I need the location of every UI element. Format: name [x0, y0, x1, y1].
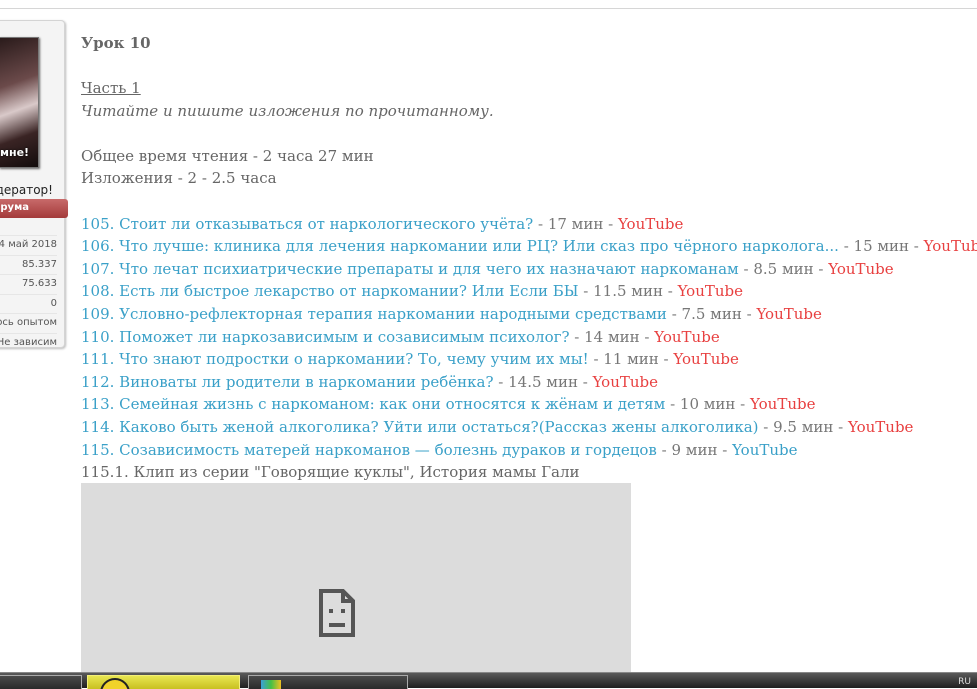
post-content: Урок 10 Часть 1 Читайте и пишите изложен… [81, 32, 977, 484]
youtube-link[interactable]: YouTube [828, 260, 893, 278]
lesson-item-duration: - 10 мин - [665, 395, 751, 414]
lesson-item: 114. Каково быть женой алкоголика? Уйти … [81, 416, 971, 439]
youtube-link[interactable]: YouTube [673, 350, 738, 368]
user-stats: 4 май 2018 85.337 75.633 0 юсь опытом Не… [0, 235, 57, 352]
youtube-link[interactable]: YouTube [618, 215, 683, 233]
lesson-item: 108. Есть ли быстрое лекарство от нарком… [81, 280, 971, 303]
youtube-link[interactable]: YouTube [924, 237, 977, 255]
lesson-item-duration: - 7.5 мин - [666, 304, 757, 323]
rank-badge: орума [0, 199, 68, 218]
user-avatar[interactable]: мне! [0, 37, 39, 168]
taskbar: RU [0, 672, 977, 689]
stat-share: юсь опытом [0, 313, 57, 333]
lesson-item: 109. Условно-рефлекторная терапия нарком… [81, 303, 971, 326]
lesson-items: 105. Стоит ли отказываться от наркологич… [81, 213, 977, 462]
lesson-item-link[interactable]: 112. Виноваты ли родители в наркомании р… [81, 373, 494, 391]
reading-time: Общее время чтения - 2 часа 27 мин [81, 146, 374, 165]
lesson-item-duration: - 17 мин - [533, 214, 618, 233]
lesson-item-link[interactable]: 110. Поможет ли наркозависимым и созавис… [81, 328, 570, 346]
clip-caption: 115.1. Клип из серии "Говорящие куклы", … [81, 463, 580, 482]
top-divider [0, 8, 977, 9]
lesson-item-link[interactable]: 115. Созависимость матерей наркоманов — … [81, 441, 657, 459]
rank-badge-label: орума [0, 202, 29, 213]
user-rank: дератор! [0, 183, 53, 197]
lesson-item: 107. Что лечат психиатрические препараты… [81, 258, 971, 281]
lesson-item: 115. Созависимость матерей наркоманов — … [81, 439, 971, 462]
lesson-item: 105. Стоит ли отказываться от наркологич… [81, 213, 971, 236]
youtube-link[interactable]: YouTube [593, 373, 658, 391]
lesson-item-link[interactable]: 106. Что лучше: клиника для лечения нарк… [81, 237, 839, 255]
lesson-item-link[interactable]: 105. Стоит ли отказываться от наркологич… [81, 215, 533, 233]
lesson-item-link[interactable]: 109. Условно-рефлекторная терапия нарком… [81, 305, 667, 323]
stat-messages: 85.337 [0, 254, 57, 275]
lesson-item: 110. Поможет ли наркозависимым и созавис… [81, 326, 971, 349]
retelling-time: Изложения - 2 - 2.5 часа [81, 169, 277, 188]
youtube-link[interactable]: YouTube [654, 328, 719, 346]
app-icon [100, 678, 130, 689]
lesson-item-duration: - 9.5 мин - [758, 417, 848, 436]
user-card: мне! дератор! орума 4 май 2018 85.337 75… [0, 20, 68, 348]
lesson-title: Урок 10 [81, 34, 151, 52]
lesson-item-link[interactable]: 108. Есть ли быстрое лекарство от нарком… [81, 282, 579, 300]
lesson-item-link[interactable]: 113. Семейная жизнь с наркоманом: как он… [81, 395, 665, 413]
lesson-part: Часть 1 [81, 79, 141, 97]
youtube-link[interactable]: YouTube [848, 418, 913, 436]
video-embed[interactable] [81, 483, 631, 673]
lesson-item-duration: - 8.5 мин - [738, 259, 829, 278]
lesson-item-duration: - 15 мин - [838, 237, 924, 256]
lesson-item: 111. Что знают подростки о наркомании? Т… [81, 348, 971, 371]
lesson-item-duration: - 14 мин - [569, 327, 655, 346]
youtube-link[interactable]: YouTube [678, 282, 743, 300]
lesson-item-link[interactable]: 111. Что знают подростки о наркомании? Т… [81, 350, 589, 368]
lesson-item: 113. Семейная жизнь с наркоманом: как он… [81, 393, 971, 416]
avatar-caption: мне! [0, 146, 30, 159]
language-indicator[interactable]: RU [958, 677, 971, 687]
lesson-item-link[interactable]: 107. Что лечат психиатрические препараты… [81, 260, 739, 278]
lesson-item-duration: - 11.5 мин - [578, 282, 678, 301]
lesson-item: 106. Что лучше: клиника для лечения нарк… [81, 235, 977, 258]
youtube-link[interactable]: YouTube [756, 305, 821, 323]
app-icon [261, 680, 281, 689]
lesson-item-duration: - 14.5 мин - [493, 372, 593, 391]
stat-points: 0 [0, 293, 57, 314]
stat-status: Не зависим [0, 332, 57, 353]
stat-joined: 4 май 2018 [0, 235, 57, 255]
lesson-item: 112. Виноваты ли родители в наркомании р… [81, 371, 971, 394]
stat-likes: 75.633 [0, 274, 57, 294]
lesson-item-duration: - 11 мин - [588, 350, 674, 369]
lesson-item-link[interactable]: 114. Каково быть женой алкоголика? Уйти … [81, 418, 759, 436]
lesson-instruction: Читайте и пишите изложения по прочитанно… [81, 101, 494, 120]
broken-document-icon [319, 589, 355, 637]
youtube-link[interactable]: YouTube [732, 441, 797, 459]
lesson-item-duration: - 9 мин - [656, 440, 733, 459]
youtube-link[interactable]: YouTube [750, 395, 815, 413]
